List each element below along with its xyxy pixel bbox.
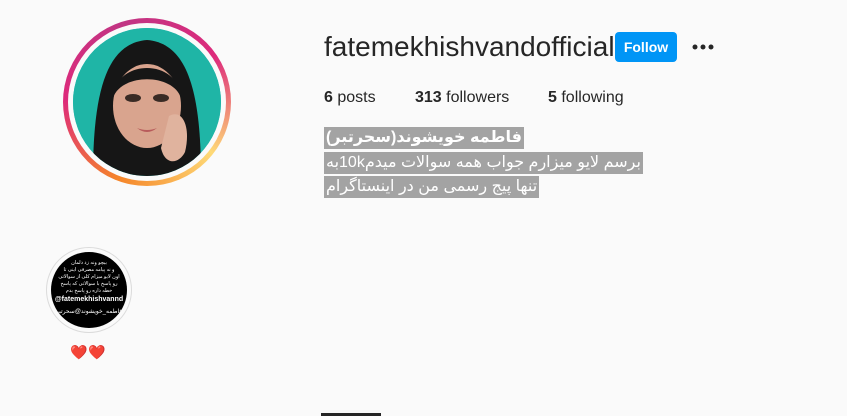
bio-name: فاطمه خویشوند(سحرتبر) [324, 127, 524, 149]
highlight-text-line: اون لایو میزام کلی از سوالاتی [58, 274, 120, 280]
bio-line-1: برسم لایو میزارم جواب همه سوالات میدم10k… [324, 152, 643, 174]
story-highlight[interactable]: بیچو ونه زد دلمان و نه پیامه مصرفی اینی … [46, 247, 132, 333]
followers-label: followers [446, 89, 510, 106]
avatar-portrait-image [73, 28, 221, 176]
posts-count: 6 [324, 89, 333, 106]
following-count: 5 [548, 89, 557, 106]
avatar-photo [73, 28, 221, 176]
posts-label: posts [337, 89, 376, 106]
profile-username: fatemekhishvandofficial [324, 31, 615, 62]
highlight-cover: بیچو ونه زد دلمان و نه پیامه مصرفی اینی … [51, 252, 127, 328]
followers-count: 313 [415, 89, 442, 106]
highlight-handle: @fatemekhishvannd [54, 296, 124, 303]
highlight-text-line: رو پاسخ با سوالاتی که پاسخ [60, 281, 118, 287]
more-dots-icon [692, 44, 714, 50]
follow-button[interactable]: Follow [615, 32, 677, 62]
profile-avatar[interactable] [63, 18, 231, 186]
highlight-text-line: خطه داره رو پاسخ بدم [65, 288, 113, 294]
followers-stat[interactable]: 313 followers [415, 89, 509, 107]
highlight-text-line: و نه پیامه مصرفی اینی تا [63, 267, 115, 273]
bio-line-2: تنها پیج رسمی من در اینستاگرام [324, 176, 540, 198]
following-label: following [561, 89, 624, 106]
highlight-label[interactable]: ❤️❤️ [70, 344, 107, 361]
following-stat[interactable]: 5 following [548, 89, 624, 107]
highlight-subtitle: فاطمه_خویشوند@سحرتبر [55, 309, 123, 315]
more-options-button[interactable] [690, 34, 716, 60]
highlight-text-line: بیچو ونه زد دلمان [71, 260, 107, 266]
posts-stat: 6 posts [324, 89, 376, 107]
